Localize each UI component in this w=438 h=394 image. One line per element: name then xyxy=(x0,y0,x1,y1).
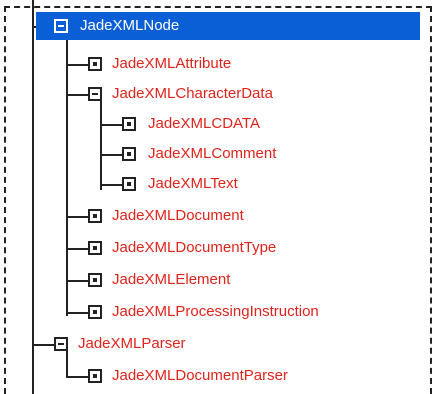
leaf-node-icon xyxy=(88,57,102,71)
tree-line xyxy=(66,248,88,250)
collapse-icon[interactable] xyxy=(54,337,68,351)
tree-line xyxy=(66,94,88,96)
tree-line xyxy=(66,216,88,218)
leaf-node-icon xyxy=(122,147,136,161)
tree-line xyxy=(66,312,88,314)
leaf-node-icon xyxy=(122,117,136,131)
tree-node-label: JadeXMLProcessingInstruction xyxy=(112,303,319,320)
leaf-node-icon xyxy=(88,305,102,319)
tree-line xyxy=(66,280,88,282)
leaf-node-icon xyxy=(88,209,102,223)
tree-line xyxy=(100,124,122,126)
tree-line xyxy=(32,0,34,394)
leaf-node-icon xyxy=(122,177,136,191)
tree-node-label: JadeXMLComment xyxy=(148,145,277,162)
collapse-icon[interactable] xyxy=(88,87,102,101)
tree-node-label: JadeXMLDocument xyxy=(112,207,244,224)
tree-node-label: JadeXMLParser xyxy=(78,335,186,352)
focus-border-right xyxy=(430,6,432,394)
tree-line xyxy=(66,376,88,378)
tree-node-label: JadeXMLDocumentParser xyxy=(112,367,288,384)
tree-line xyxy=(100,100,102,190)
tree-line xyxy=(66,64,88,66)
tree-line xyxy=(66,40,68,316)
tree-line xyxy=(100,154,122,156)
class-hierarchy-tree[interactable]: JadeXMLNode JadeXMLAttribute JadeXMLChar… xyxy=(0,0,438,394)
tree-node-label: JadeXMLDocumentType xyxy=(112,239,277,256)
tree-node-label: JadeXMLCharacterData xyxy=(112,85,273,102)
leaf-node-icon xyxy=(88,273,102,287)
leaf-node-icon xyxy=(88,241,102,255)
tree-node-label: JadeXMLAttribute xyxy=(112,55,232,72)
leaf-node-icon xyxy=(88,369,102,383)
tree-line xyxy=(32,344,54,346)
tree-node-label: JadeXMLText xyxy=(148,175,238,192)
collapse-icon[interactable] xyxy=(54,19,68,33)
tree-line xyxy=(100,184,122,186)
tree-node-label: JadeXMLElement xyxy=(112,271,231,288)
focus-border-top xyxy=(4,6,432,8)
focus-border-left xyxy=(4,6,6,394)
tree-node-label: JadeXMLCDATA xyxy=(148,115,260,132)
tree-node-label: JadeXMLNode xyxy=(76,16,190,36)
